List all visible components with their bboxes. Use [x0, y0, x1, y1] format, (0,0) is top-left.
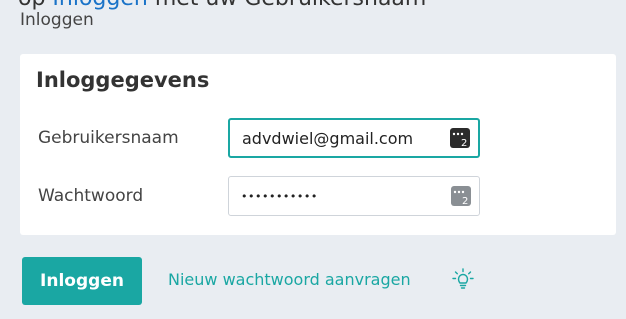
login-card: Inloggegevens Gebruikersnaam advdwiel@gm…	[20, 54, 616, 235]
password-field[interactable]: ••••••••••• 2	[228, 176, 480, 216]
password-label: Wachtwoord	[38, 186, 144, 206]
card-title: Inloggegevens	[36, 68, 210, 92]
svg-text:2: 2	[462, 196, 468, 206]
reset-password-link[interactable]: Nieuw wachtwoord aanvragen	[168, 270, 411, 289]
username-value: advdwiel@gmail.com	[242, 128, 414, 148]
login-button[interactable]: Inloggen	[22, 257, 142, 305]
page-title: Inloggen	[20, 10, 94, 30]
password-manager-icon[interactable]: 2	[451, 186, 471, 206]
password-manager-icon[interactable]: 2	[450, 128, 470, 148]
svg-text:2: 2	[461, 138, 467, 148]
lightbulb-icon[interactable]	[452, 268, 474, 290]
password-value: •••••••••••	[241, 189, 318, 203]
cropped-header-suffix: met uw Gebruikersnaam	[148, 0, 427, 11]
username-label: Gebruikersnaam	[38, 128, 179, 148]
username-field[interactable]: advdwiel@gmail.com 2	[228, 118, 480, 158]
